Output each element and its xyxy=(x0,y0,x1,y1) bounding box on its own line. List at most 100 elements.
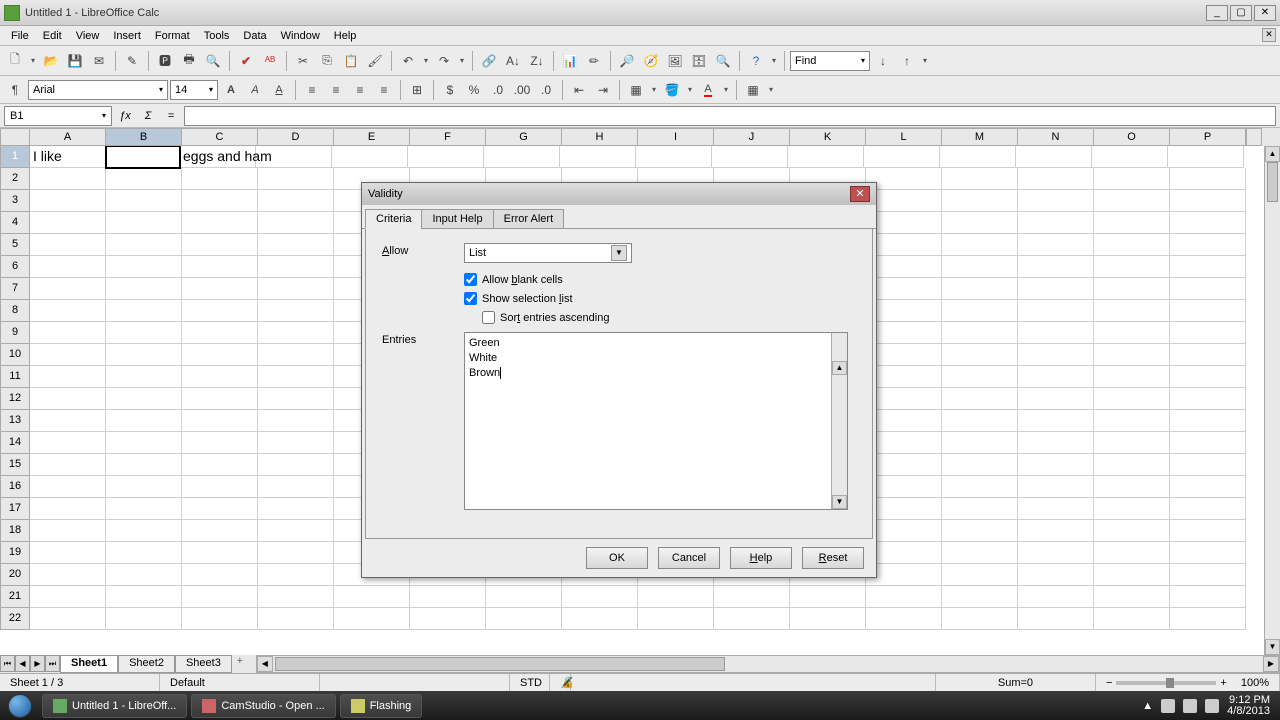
row-header-16[interactable]: 16 xyxy=(0,476,30,498)
cell-A3[interactable] xyxy=(30,190,106,212)
cell-O16[interactable] xyxy=(1094,476,1170,498)
cell-N22[interactable] xyxy=(1018,608,1094,630)
page-style[interactable]: Default xyxy=(160,674,320,691)
row-header-10[interactable]: 10 xyxy=(0,344,30,366)
row-header-12[interactable]: 12 xyxy=(0,388,30,410)
cell-H22[interactable] xyxy=(562,608,638,630)
show-selection-checkbox[interactable]: Show selection list xyxy=(464,292,856,305)
cell-C8[interactable] xyxy=(182,300,258,322)
cell-B3[interactable] xyxy=(106,190,182,212)
cell-B15[interactable] xyxy=(106,454,182,476)
new-dropdown[interactable]: ▾ xyxy=(28,56,38,65)
cell-C13[interactable] xyxy=(182,410,258,432)
borders-icon[interactable]: ▦ xyxy=(625,79,647,101)
cell-H1[interactable] xyxy=(560,146,636,168)
cell-L17[interactable] xyxy=(866,498,942,520)
cell-L11[interactable] xyxy=(866,366,942,388)
cell-O7[interactable] xyxy=(1094,278,1170,300)
cell-M15[interactable] xyxy=(942,454,1018,476)
entries-scroll-up-icon[interactable]: ▲ xyxy=(832,361,847,375)
row-header-22[interactable]: 22 xyxy=(0,608,30,630)
tray-time[interactable]: 9:12 PM xyxy=(1227,695,1270,706)
col-header-a[interactable]: A xyxy=(30,128,106,146)
col-header-d[interactable]: D xyxy=(258,128,334,146)
col-header-m[interactable]: M xyxy=(942,128,1018,146)
cell-B10[interactable] xyxy=(106,344,182,366)
signature-icon[interactable]: 🔏 xyxy=(550,674,571,691)
sort-ascending-input[interactable] xyxy=(482,311,495,324)
cell-N2[interactable] xyxy=(1018,168,1094,190)
cell-D2[interactable] xyxy=(258,168,334,190)
scroll-right-icon[interactable]: ▶ xyxy=(1263,656,1279,672)
zoom-icon[interactable]: 🔍 xyxy=(712,50,734,72)
cell-L10[interactable] xyxy=(866,344,942,366)
italic-icon[interactable]: A xyxy=(244,79,266,101)
system-tray[interactable]: ▲ 9:12 PM 4/8/2013 xyxy=(1132,695,1280,717)
cell-P3[interactable] xyxy=(1170,190,1246,212)
cell-A13[interactable] xyxy=(30,410,106,432)
cell-D21[interactable] xyxy=(258,586,334,608)
cell-D8[interactable] xyxy=(258,300,334,322)
cell-B5[interactable] xyxy=(106,234,182,256)
cell-A12[interactable] xyxy=(30,388,106,410)
cell-B6[interactable] xyxy=(106,256,182,278)
navigator-icon[interactable]: 🧭 xyxy=(640,50,662,72)
cell-B22[interactable] xyxy=(106,608,182,630)
tab-criteria[interactable]: Criteria xyxy=(365,209,422,229)
find-toolbar-overflow[interactable]: ▾ xyxy=(920,56,930,65)
email-icon[interactable]: ✉ xyxy=(88,50,110,72)
cell-M12[interactable] xyxy=(942,388,1018,410)
bg-color-icon[interactable]: 🪣 xyxy=(661,79,683,101)
col-header-b[interactable]: B xyxy=(106,128,182,146)
row-header-8[interactable]: 8 xyxy=(0,300,30,322)
cell-O3[interactable] xyxy=(1094,190,1170,212)
sheet-tab-3[interactable]: Sheet3 xyxy=(175,655,232,673)
row-header-6[interactable]: 6 xyxy=(0,256,30,278)
menu-data[interactable]: Data xyxy=(236,28,273,44)
cell-O1[interactable] xyxy=(1092,146,1168,168)
cell-D20[interactable] xyxy=(258,564,334,586)
cell-C19[interactable] xyxy=(182,542,258,564)
cell-O11[interactable] xyxy=(1094,366,1170,388)
merge-cells-icon[interactable]: ⊞ xyxy=(406,79,428,101)
cell-M4[interactable] xyxy=(942,212,1018,234)
align-center-icon[interactable]: ≡ xyxy=(325,79,347,101)
cell-P12[interactable] xyxy=(1170,388,1246,410)
cell-N5[interactable] xyxy=(1018,234,1094,256)
zoom-out-icon[interactable]: − xyxy=(1106,674,1112,692)
cell-B17[interactable] xyxy=(106,498,182,520)
cell-D18[interactable] xyxy=(258,520,334,542)
cell-A6[interactable] xyxy=(30,256,106,278)
cell-I21[interactable] xyxy=(638,586,714,608)
cell-C17[interactable] xyxy=(182,498,258,520)
formula-input[interactable] xyxy=(184,106,1276,126)
cell-N17[interactable] xyxy=(1018,498,1094,520)
font-size-combobox[interactable]: 14▾ xyxy=(170,80,218,100)
autospell-icon[interactable]: ᴬᴮ xyxy=(259,50,281,72)
sheet-tab-1[interactable]: Sheet1 xyxy=(60,655,118,673)
allow-blank-checkbox[interactable]: Allow blank cells xyxy=(464,273,856,286)
insert-mode[interactable]: STD xyxy=(510,674,550,691)
cell-C12[interactable] xyxy=(182,388,258,410)
row-header-9[interactable]: 9 xyxy=(0,322,30,344)
cell-D9[interactable] xyxy=(258,322,334,344)
font-name-combobox[interactable]: Arial▾ xyxy=(28,80,168,100)
cell-N16[interactable] xyxy=(1018,476,1094,498)
print-icon[interactable]: 🖶 xyxy=(178,50,200,72)
cell-O15[interactable] xyxy=(1094,454,1170,476)
row-header-13[interactable]: 13 xyxy=(0,410,30,432)
tab-input-help[interactable]: Input Help xyxy=(421,209,493,229)
col-header-f[interactable]: F xyxy=(410,128,486,146)
row-header-2[interactable]: 2 xyxy=(0,168,30,190)
hyperlink-icon[interactable]: 🔗 xyxy=(478,50,500,72)
row-header-1[interactable]: 1 xyxy=(0,146,30,168)
cell-O12[interactable] xyxy=(1094,388,1170,410)
cell-L9[interactable] xyxy=(866,322,942,344)
tray-network-icon[interactable] xyxy=(1183,699,1197,713)
dialog-close-icon[interactable]: ✕ xyxy=(850,186,870,202)
cell-K21[interactable] xyxy=(790,586,866,608)
redo-icon[interactable]: ↷ xyxy=(433,50,455,72)
cell-C15[interactable] xyxy=(182,454,258,476)
row-header-18[interactable]: 18 xyxy=(0,520,30,542)
cell-P19[interactable] xyxy=(1170,542,1246,564)
